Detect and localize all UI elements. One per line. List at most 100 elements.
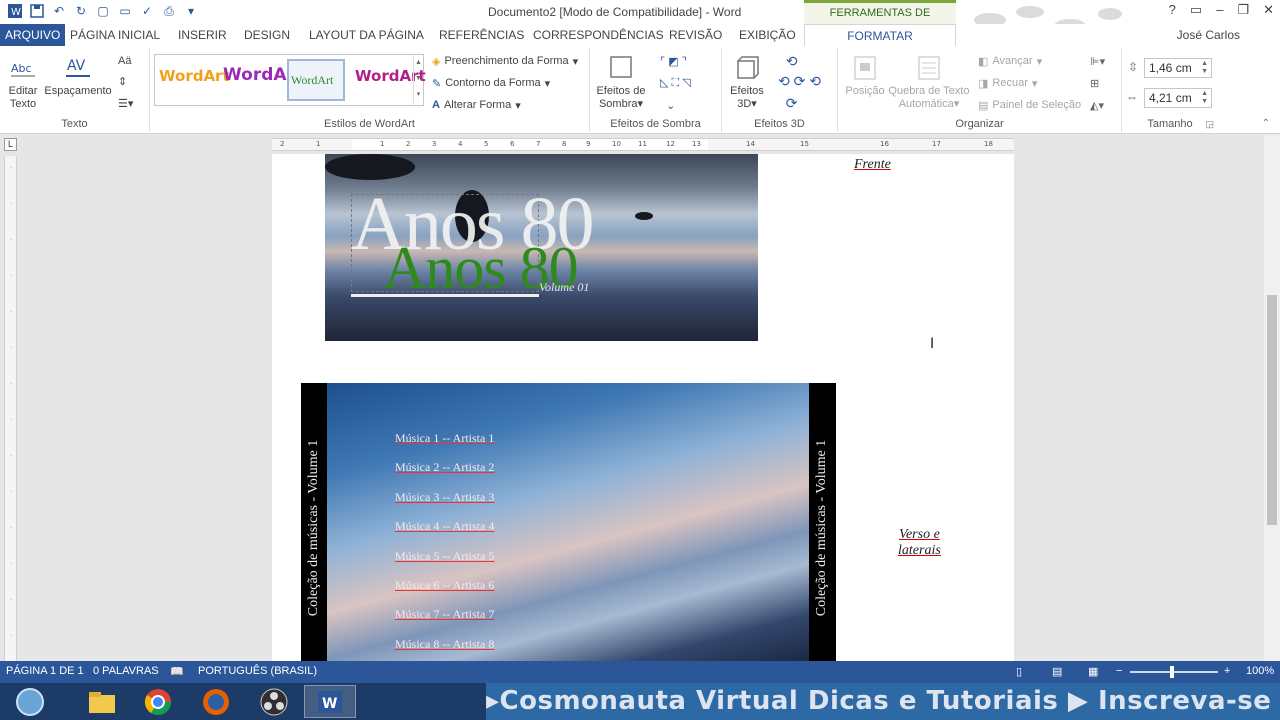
ribbon-display-icon[interactable]: ▭ xyxy=(1190,2,1202,18)
align-icon[interactable]: ⊫▾ xyxy=(1090,52,1105,70)
tilt-sides-icon[interactable]: ⟲ ⟳ ⟲ xyxy=(778,72,821,90)
gallery-scroll-icon[interactable]: ▲ ▼ ▾ xyxy=(413,55,423,105)
volume-label[interactable]: Volume 01 xyxy=(539,280,589,295)
read-mode-icon[interactable]: ▯ xyxy=(1016,665,1022,678)
width-spinner-icon[interactable]: ▲ ▼ xyxy=(1201,90,1208,106)
track-item[interactable]: Música 4 -- Artista 4 xyxy=(395,519,494,548)
document-area[interactable]: Anos 80 Anos 80 Volume 01 Frente Coleção… xyxy=(18,154,1264,661)
start-orb-icon[interactable] xyxy=(4,685,56,718)
group-icon[interactable]: ⊞ xyxy=(1090,74,1099,92)
language-indicator[interactable]: PORTUGUÊS (BRASIL) xyxy=(198,665,317,677)
width-input[interactable]: 4,21 cm ▲ ▼ xyxy=(1144,88,1212,108)
track-item[interactable]: Música 3 -- Artista 3 xyxy=(395,490,494,519)
save-icon[interactable] xyxy=(28,2,46,20)
shape-outline-button[interactable]: ✎ Contorno da Forma ▾ xyxy=(432,74,550,92)
shadow-down-icon[interactable]: ⌄ xyxy=(660,96,675,114)
open-folder-icon[interactable]: ▭ xyxy=(116,2,134,20)
tab-arquivo[interactable]: ARQUIVO xyxy=(0,24,66,46)
wordart-style-1[interactable]: WordArt xyxy=(159,67,230,85)
track-item[interactable]: Música 6 -- Artista 6 xyxy=(395,578,494,607)
zoom-out-icon[interactable]: − xyxy=(1116,665,1122,677)
zoom-in-icon[interactable]: + xyxy=(1224,665,1230,677)
shadow-toggle-icon[interactable]: ◺ ⛶ ◹ xyxy=(660,74,691,92)
ruler-tick: 13 xyxy=(692,140,701,148)
vertical-scrollbar[interactable] xyxy=(1264,135,1280,661)
tab-correspondencias[interactable]: CORRESPONDÊNCIAS xyxy=(525,24,672,46)
tab-selector[interactable]: L xyxy=(4,138,17,151)
track-item[interactable]: Música 2 -- Artista 2 xyxy=(395,460,494,489)
obs-icon[interactable] xyxy=(248,685,300,718)
new-document-icon[interactable]: ▢ xyxy=(94,2,112,20)
selection-pane-icon: ▤ xyxy=(978,99,989,112)
spelling-icon[interactable]: ✓ xyxy=(138,2,156,20)
tab-formatar[interactable]: FORMATAR xyxy=(804,24,956,47)
front-label[interactable]: Frente xyxy=(854,157,891,173)
word-count[interactable]: 0 PALAVRAS xyxy=(93,665,159,677)
position-button[interactable]: Posição xyxy=(842,54,888,98)
zoom-slider-thumb[interactable] xyxy=(1170,666,1174,678)
restore-icon[interactable]: ❐ xyxy=(1237,2,1249,18)
word-app-icon[interactable]: W xyxy=(6,2,24,20)
selection-pane-button[interactable]: ▤ Painel de Seleção xyxy=(978,96,1081,114)
tab-design[interactable]: DESIGN xyxy=(236,24,298,46)
front-cover-image[interactable]: Anos 80 Anos 80 Volume 01 xyxy=(325,154,758,341)
shadow-nudge-icons[interactable]: ⌜ ◩ ⌝ xyxy=(660,52,687,70)
tab-exibicao[interactable]: EXIBIÇÃO xyxy=(731,24,804,46)
track-item[interactable]: Música 7 -- Artista 7 xyxy=(395,607,494,636)
tab-pagina-inicial[interactable]: PÁGINA INICIAL xyxy=(62,24,168,46)
shape-fill-button[interactable]: ◈ Preenchimento da Forma ▾ xyxy=(432,52,578,70)
proofing-icon[interactable]: 📖 xyxy=(170,665,184,678)
zoom-level[interactable]: 100% xyxy=(1246,665,1274,677)
spine-left-text[interactable]: Coleção de músicas - Volume 1 xyxy=(306,440,322,616)
spine-right-text[interactable]: Coleção de músicas - Volume 1 xyxy=(814,440,830,616)
rotate-icon[interactable]: ◭▾ xyxy=(1090,96,1104,114)
zoom-slider[interactable] xyxy=(1130,671,1218,673)
back-cover-image[interactable]: Coleção de músicas - Volume 1 Música 1 -… xyxy=(301,383,836,661)
horizontal-ruler[interactable]: 2 1 1 2 3 4 5 6 7 8 9 10 11 12 13 14 15 … xyxy=(272,138,1014,151)
document-page[interactable]: Anos 80 Anos 80 Volume 01 Frente Coleção… xyxy=(272,154,1014,661)
change-shape-button[interactable]: A Alterar Forma ▾ xyxy=(432,96,521,114)
minimize-icon[interactable]: – xyxy=(1216,2,1223,18)
track-item[interactable]: Música 8 -- Artista 8 xyxy=(395,637,494,661)
firefox-icon[interactable] xyxy=(190,685,242,718)
shadow-effects-button[interactable]: Efeitos de Sombra▾ xyxy=(594,54,648,111)
spacing-button[interactable]: AV Espaçamento xyxy=(44,54,112,98)
file-explorer-icon[interactable] xyxy=(76,685,128,718)
height-input[interactable]: 1,46 cm ▲ ▼ xyxy=(1144,58,1212,78)
tab-inserir[interactable]: INSERIR xyxy=(170,24,235,46)
bring-forward-button[interactable]: ◧ Avançar ▾ xyxy=(978,52,1042,70)
customize-toolbar-icon[interactable]: ▾ xyxy=(182,2,200,20)
track-item[interactable]: Música 1 -- Artista 1 xyxy=(395,431,494,460)
web-layout-icon[interactable]: ▦ xyxy=(1088,665,1098,678)
wrap-text-button[interactable]: Quebra de Texto Automática▾ xyxy=(888,54,970,111)
vertical-text-icon[interactable]: ⇕ xyxy=(118,72,127,90)
user-account[interactable]: José Carlos xyxy=(1177,28,1240,42)
collapse-ribbon-icon[interactable]: ⌃ xyxy=(1262,118,1270,129)
back-label[interactable]: Verso e laterais xyxy=(898,527,941,559)
vertical-ruler[interactable]: · · · · · · · · · · · · · · xyxy=(4,156,17,661)
tab-revisao[interactable]: REVISÃO xyxy=(661,24,730,46)
close-icon[interactable]: ✕ xyxy=(1263,2,1274,18)
tilt-up-icon[interactable]: ⟲ xyxy=(778,52,798,70)
edit-text-button[interactable]: Abc Editar Texto xyxy=(4,54,42,111)
align-text-icon[interactable]: ☰▾ xyxy=(118,94,133,112)
help-icon[interactable]: ? xyxy=(1169,2,1176,18)
print-layout-icon[interactable]: ▤ xyxy=(1052,665,1062,678)
send-backward-button[interactable]: ◨ Recuar ▾ xyxy=(978,74,1037,92)
3d-effects-button[interactable]: Efeitos 3D▾ xyxy=(726,54,768,111)
tab-layout[interactable]: LAYOUT DA PÁGINA xyxy=(301,24,432,46)
tilt-down-icon[interactable]: ⟳ xyxy=(778,94,798,112)
dialog-launcher-icon[interactable]: ◲ xyxy=(1205,119,1214,130)
tab-referencias[interactable]: REFERÊNCIAS xyxy=(431,24,532,46)
word-taskbar-icon[interactable]: W xyxy=(304,685,356,718)
wordart-style-3-selected[interactable]: WordArt xyxy=(287,59,345,101)
page-count[interactable]: PÁGINA 1 DE 1 xyxy=(6,665,84,677)
height-spinner-icon[interactable]: ▲ ▼ xyxy=(1201,60,1208,76)
track-item[interactable]: Música 5 -- Artista 5 xyxy=(395,549,494,578)
chrome-icon[interactable] xyxy=(132,685,184,718)
redo-icon[interactable]: ↻ xyxy=(72,2,90,20)
same-height-icon[interactable]: Aä xyxy=(118,52,131,70)
undo-icon[interactable]: ↶ xyxy=(50,2,68,20)
print-icon[interactable]: ⎙ xyxy=(160,2,178,20)
scrollbar-thumb[interactable] xyxy=(1267,295,1277,525)
